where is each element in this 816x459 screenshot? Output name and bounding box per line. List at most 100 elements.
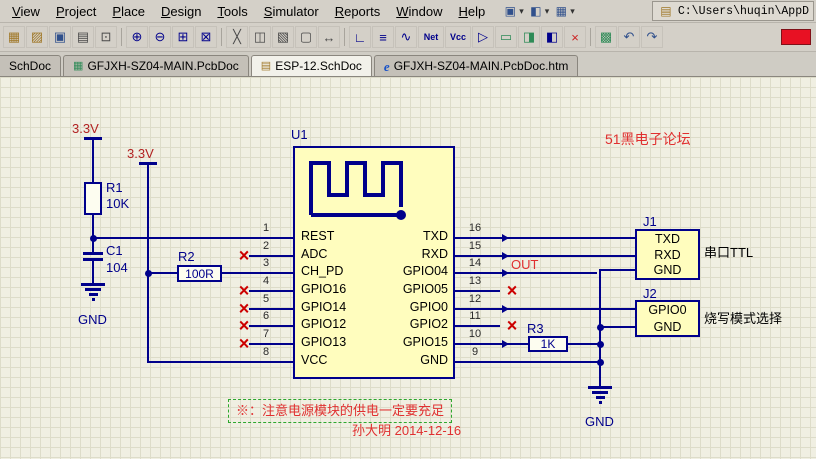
designator-c1[interactable]: C1 bbox=[106, 244, 123, 257]
open-document-icon[interactable]: ▨ bbox=[26, 26, 48, 48]
menu-simulator[interactable]: Simulator bbox=[256, 2, 327, 21]
power-label-3v3-left[interactable]: 3.3V bbox=[72, 122, 99, 135]
wire-segment[interactable] bbox=[92, 261, 94, 283]
wire-segment[interactable] bbox=[599, 269, 636, 271]
sheet-stub-icon[interactable]: ▦ bbox=[3, 26, 25, 48]
chevron-down-icon[interactable]: ▾ bbox=[545, 6, 550, 17]
net-label-tool-icon[interactable]: Net bbox=[418, 26, 444, 48]
port-tool-icon[interactable]: ◧ bbox=[541, 26, 563, 48]
wire-segment[interactable] bbox=[147, 165, 149, 363]
component-j1[interactable]: TXD RXD GND bbox=[635, 229, 700, 280]
no-erc-cross-icon[interactable]: × bbox=[239, 335, 250, 353]
pin-wire[interactable] bbox=[249, 255, 293, 257]
cut-icon[interactable]: ╳ bbox=[226, 26, 248, 48]
no-erc-cross-icon[interactable]: × bbox=[239, 247, 250, 265]
color-swatch-red[interactable] bbox=[781, 29, 811, 45]
designator-j2[interactable]: J2 bbox=[643, 287, 657, 300]
pin-wire[interactable] bbox=[249, 343, 293, 345]
designator-r2[interactable]: R2 bbox=[178, 250, 195, 263]
zoom-all-icon[interactable]: ⊠ bbox=[195, 26, 217, 48]
pin-wire[interactable] bbox=[455, 237, 500, 239]
paste-icon[interactable]: ▧ bbox=[272, 26, 294, 48]
gnd-symbol[interactable] bbox=[588, 386, 612, 389]
pin-wire[interactable] bbox=[455, 325, 500, 327]
wire-segment[interactable] bbox=[92, 215, 94, 253]
no-erc-cross-icon[interactable]: × bbox=[239, 282, 250, 300]
project-path-box[interactable]: ▤ C:\Users\huqin\AppD bbox=[651, 1, 814, 21]
pin-wire[interactable] bbox=[249, 237, 293, 239]
value-r1[interactable]: 10K bbox=[106, 197, 129, 210]
wire-segment[interactable] bbox=[149, 272, 177, 274]
caption-serial-ttl[interactable]: 串口TTL bbox=[704, 245, 753, 261]
menu-window[interactable]: Window bbox=[388, 2, 450, 21]
tab-pcbdoc-htm[interactable]: e GFJXH-SZ04-MAIN.PcbDoc.htm bbox=[373, 55, 579, 76]
menu-design[interactable]: Design bbox=[153, 2, 209, 21]
wire-segment[interactable] bbox=[147, 361, 251, 363]
select-area-icon[interactable]: ▢ bbox=[295, 26, 317, 48]
redo-icon[interactable]: ↷ bbox=[641, 26, 663, 48]
menu-help[interactable]: Help bbox=[450, 2, 493, 21]
no-erc-cross-icon[interactable]: × bbox=[239, 317, 250, 335]
pin-wire[interactable] bbox=[249, 290, 293, 292]
power-supply-note[interactable]: ※：注意电源模块的供电一定要充足 bbox=[228, 399, 453, 423]
designator-r3[interactable]: R3 bbox=[527, 322, 544, 335]
sheet-entry-icon[interactable]: ◨ bbox=[518, 26, 540, 48]
no-erc-cross-icon[interactable]: × bbox=[507, 282, 518, 300]
component-r3[interactable]: 1K bbox=[528, 336, 568, 352]
component-j2[interactable]: GPIO0 GND bbox=[635, 300, 700, 337]
pin-wire[interactable] bbox=[455, 272, 500, 274]
zoom-out-icon[interactable]: ⊖ bbox=[149, 26, 171, 48]
power-port-tool-icon[interactable]: Vcc bbox=[445, 26, 471, 48]
value-c1[interactable]: 104 bbox=[106, 261, 128, 274]
no-erc-cross-icon[interactable]: × bbox=[507, 317, 518, 335]
component-r2[interactable]: 100R bbox=[177, 265, 222, 282]
designator-u1[interactable]: U1 bbox=[291, 128, 308, 141]
save-document-icon[interactable]: ▣ bbox=[49, 26, 71, 48]
designator-j1[interactable]: J1 bbox=[643, 215, 657, 228]
tab-esp12-schdoc[interactable]: ▤ ESP-12.SchDoc bbox=[250, 55, 372, 76]
alignment-dropdown-icon[interactable]: ◧ bbox=[527, 3, 545, 19]
undo-icon[interactable]: ↶ bbox=[618, 26, 640, 48]
chevron-down-icon[interactable]: ▾ bbox=[570, 6, 575, 17]
panels-dropdown-icon[interactable]: ▣ bbox=[501, 3, 519, 19]
grid-dropdown-icon[interactable]: ▦ bbox=[552, 3, 570, 19]
wire-segment[interactable] bbox=[93, 237, 249, 239]
author-signature[interactable]: 孙大明 2014-12-16 bbox=[352, 423, 461, 439]
schematic-canvas[interactable]: 3.3V R1 10K C1 104 GND 3.3V R2 100R U1 1… bbox=[0, 77, 816, 459]
menu-reports[interactable]: Reports bbox=[327, 2, 389, 21]
net-label-out[interactable]: OUT bbox=[511, 257, 538, 273]
menu-view[interactable]: View bbox=[4, 2, 48, 21]
pin-wire[interactable] bbox=[455, 343, 500, 345]
pin-wire[interactable] bbox=[455, 361, 500, 363]
caption-flash-mode[interactable]: 烧写模式选择 bbox=[704, 311, 782, 327]
wire-segment[interactable] bbox=[599, 326, 636, 328]
menu-tools[interactable]: Tools bbox=[209, 2, 255, 21]
print-icon[interactable]: ▤ bbox=[72, 26, 94, 48]
sheet-symbol-icon[interactable]: ▭ bbox=[495, 26, 517, 48]
power-label-3v3-right[interactable]: 3.3V bbox=[127, 147, 154, 160]
wire-segment[interactable] bbox=[500, 237, 636, 239]
tab-schdoc-partial[interactable]: SchDoc bbox=[0, 55, 62, 76]
bus-tool-icon[interactable]: ≡ bbox=[372, 26, 394, 48]
chevron-down-icon[interactable]: ▾ bbox=[519, 6, 524, 17]
gnd-label-left[interactable]: GND bbox=[78, 313, 107, 326]
pin-wire[interactable] bbox=[455, 290, 500, 292]
paste-array-icon[interactable]: ▩ bbox=[595, 26, 617, 48]
wire-segment[interactable] bbox=[500, 308, 636, 310]
tab-pcbdoc[interactable]: ▦ GFJXH-SZ04-MAIN.PcbDoc bbox=[63, 55, 249, 76]
zoom-in-icon[interactable]: ⊕ bbox=[126, 26, 148, 48]
move-object-icon[interactable]: ↔ bbox=[318, 26, 340, 48]
designator-r1[interactable]: R1 bbox=[106, 181, 123, 194]
pin-wire[interactable] bbox=[249, 308, 293, 310]
harness-tool-icon[interactable]: ∿ bbox=[395, 26, 417, 48]
pin-wire[interactable] bbox=[249, 361, 293, 363]
pin-wire[interactable] bbox=[249, 272, 293, 274]
print-preview-icon[interactable]: ⊡ bbox=[95, 26, 117, 48]
forum-watermark[interactable]: 51黑电子论坛 bbox=[605, 131, 691, 148]
pin-wire[interactable] bbox=[249, 325, 293, 327]
component-c1[interactable] bbox=[83, 252, 103, 255]
gnd-label-right[interactable]: GND bbox=[585, 415, 614, 428]
wire-segment[interactable] bbox=[92, 140, 94, 182]
wire-tool-icon[interactable]: ∟ bbox=[349, 26, 371, 48]
wire-segment[interactable] bbox=[500, 343, 528, 345]
